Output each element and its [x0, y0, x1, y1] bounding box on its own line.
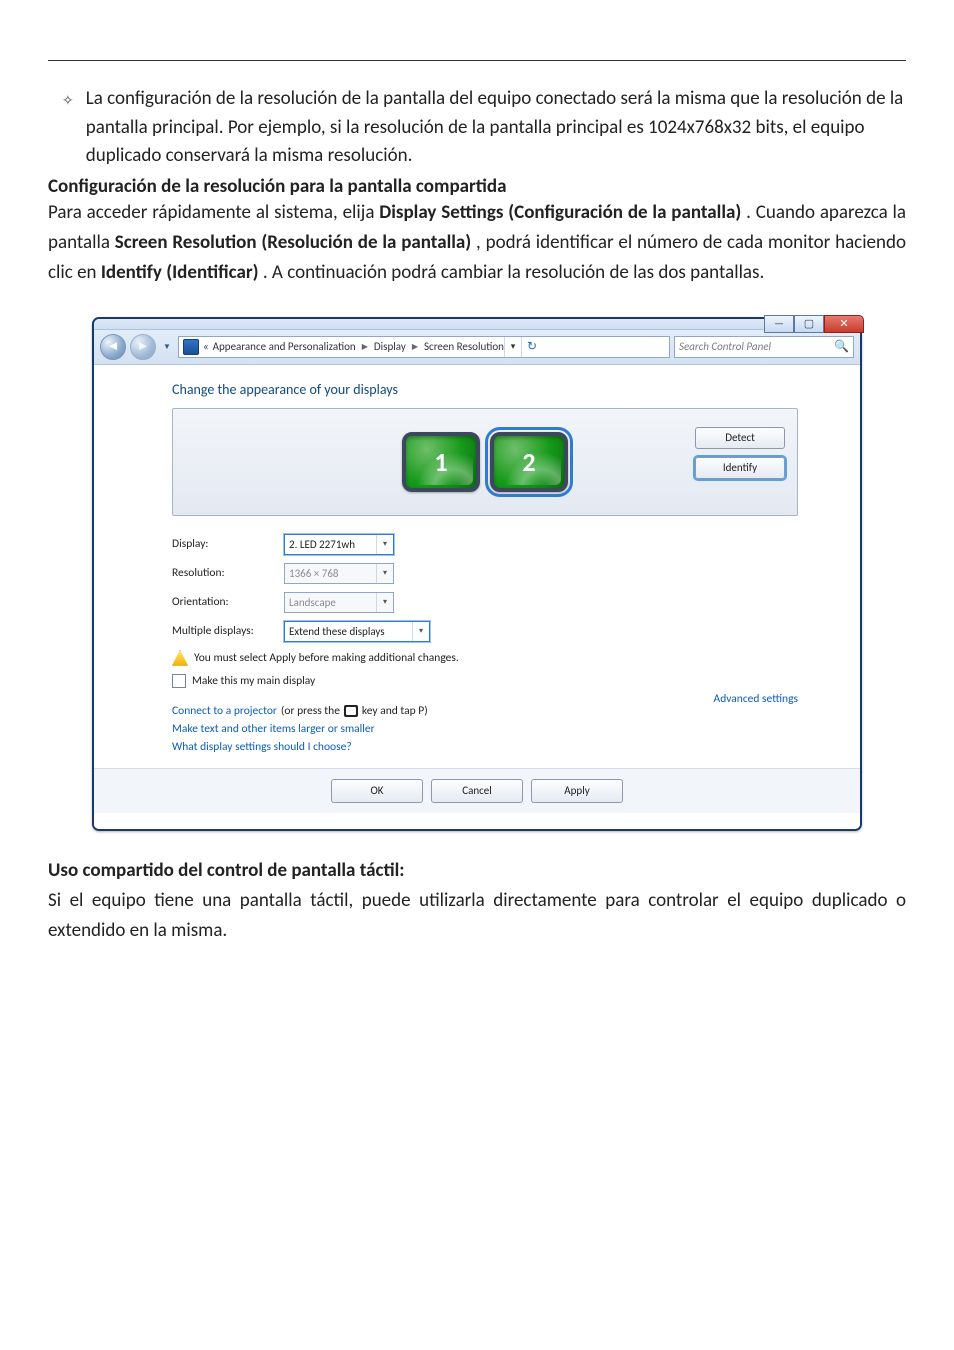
chevron-down-icon: ▾	[376, 564, 393, 583]
nav-forward-button[interactable]: ►	[130, 334, 156, 360]
apply-button[interactable]: Apply	[531, 779, 623, 803]
nav-back-button[interactable]: ◄	[100, 334, 126, 360]
window-content: Change the appearance of your displays 1…	[94, 365, 860, 829]
para-text: Para acceder rápidamente al sistema, eli…	[48, 201, 379, 224]
monitor-number: 1	[434, 446, 447, 478]
monitor-1[interactable]: 1	[402, 432, 480, 492]
ok-button[interactable]: OK	[331, 779, 423, 803]
breadcrumb-sep-icon: ▶	[362, 342, 368, 352]
minimize-button[interactable]: —	[764, 315, 794, 333]
breadcrumb-sep-icon: ▶	[412, 342, 418, 352]
resolution-select[interactable]: 1366 × 768 ▾	[284, 563, 394, 584]
make-main-checkbox[interactable]	[172, 674, 186, 688]
refresh-icon[interactable]: ↻	[521, 337, 542, 357]
breadcrumb-seg[interactable]: Display	[374, 340, 406, 353]
section-heading: Uso compartido del control de pantalla t…	[48, 859, 906, 882]
maximize-button[interactable]: ▢	[794, 315, 824, 333]
make-main-row: Make this my main display	[172, 674, 798, 688]
search-icon: 🔍	[834, 339, 849, 354]
section-heading: Configuración de la resolución para la p…	[48, 175, 906, 198]
windows-key-icon	[344, 705, 358, 717]
window-caption-buttons: — ▢ ✕	[764, 315, 864, 333]
chevron-down-icon: ▾	[376, 593, 393, 612]
para-text: . A continuación podrá cambiar la resolu…	[263, 261, 764, 284]
detect-button[interactable]: Detect	[695, 427, 785, 449]
display-label: Display:	[172, 537, 284, 551]
display-value: 2. LED 2271wh	[289, 538, 355, 551]
link-text: (or press the	[281, 704, 340, 718]
projector-link[interactable]: Connect to a projector (or press the key…	[172, 704, 798, 718]
term-screen-resolution: Screen Resolution (Resolución de la pant…	[115, 231, 471, 254]
multiple-displays-select[interactable]: Extend these displays ▾	[284, 621, 430, 642]
orientation-select[interactable]: Landscape ▾	[284, 592, 394, 613]
screen-resolution-window: — ▢ ✕ ◄ ► ▼ « Appearance and Personaliza…	[92, 317, 862, 831]
control-panel-icon	[183, 339, 199, 355]
text-size-link[interactable]: Make text and other items larger or smal…	[172, 722, 798, 736]
breadcrumb-seg[interactable]: Screen Resolution	[424, 340, 504, 353]
warning-text: You must select Apply before making addi…	[194, 651, 459, 665]
resolution-row: Resolution: 1366 × 768 ▾	[172, 563, 798, 584]
display-select[interactable]: 2. LED 2271wh ▾	[284, 534, 394, 555]
display-arrangement-box[interactable]: 1 2 Detect Identify	[172, 408, 798, 516]
address-bar: ◄ ► ▼ « Appearance and Personalization ▶…	[94, 330, 860, 365]
monitor-2[interactable]: 2	[490, 432, 568, 492]
breadcrumb-prefix: «	[203, 340, 209, 353]
orientation-label: Orientation:	[172, 595, 284, 609]
link-text: What display settings should I choose?	[172, 740, 352, 754]
title-bar	[94, 319, 860, 330]
content-heading: Change the appearance of your displays	[172, 381, 798, 398]
multiple-displays-label: Multiple displays:	[172, 624, 284, 638]
identify-button[interactable]: Identify	[695, 457, 785, 479]
make-main-label: Make this my main display	[192, 674, 315, 688]
warning-icon	[172, 650, 188, 666]
link-text: key and tap P)	[362, 704, 428, 718]
breadcrumb-bar[interactable]: « Appearance and Personalization ▶ Displ…	[178, 336, 670, 358]
close-button[interactable]: ✕	[824, 315, 864, 333]
resolution-label: Resolution:	[172, 566, 284, 580]
monitor-number: 2	[522, 446, 535, 478]
link-text: Make text and other items larger or smal…	[172, 722, 375, 736]
breadcrumb-seg[interactable]: Appearance and Personalization	[213, 340, 356, 353]
intro-paragraph: Para acceder rápidamente al sistema, eli…	[48, 198, 906, 289]
nav-history-dropdown[interactable]: ▼	[160, 335, 174, 359]
chevron-down-icon: ▾	[412, 622, 429, 641]
which-settings-link[interactable]: What display settings should I choose?	[172, 740, 798, 754]
apply-warning: You must select Apply before making addi…	[172, 650, 798, 666]
display-row: Display: 2. LED 2271wh ▾	[172, 534, 798, 555]
orientation-value: Landscape	[289, 596, 336, 609]
breadcrumb-dropdown[interactable]: ▾	[504, 337, 521, 357]
bullet-item: ✧ La configuración de la resolución de l…	[62, 85, 906, 171]
chevron-down-icon: ▾	[376, 535, 393, 554]
cancel-button[interactable]: Cancel	[431, 779, 523, 803]
advanced-settings-link[interactable]: Advanced settings	[714, 692, 798, 706]
orientation-row: Orientation: Landscape ▾	[172, 592, 798, 613]
search-placeholder: Search Control Panel	[679, 340, 771, 353]
multiple-displays-row: Multiple displays: Extend these displays…	[172, 621, 798, 642]
term-display-settings: Display Settings (Configuración de la pa…	[379, 201, 741, 224]
link-text: Connect to a projector	[172, 704, 277, 718]
touch-paragraph: Si el equipo tiene una pantalla táctil, …	[48, 886, 906, 947]
term-identify: Identify (Identificar)	[101, 261, 259, 284]
resolution-value: 1366 × 768	[289, 567, 338, 580]
button-bar: OK Cancel Apply	[94, 768, 860, 813]
multiple-displays-value: Extend these displays	[289, 625, 385, 638]
bullet-text: La configuración de la resolución de la …	[86, 85, 906, 171]
diamond-bullet-icon: ✧	[62, 90, 74, 171]
page-top-rule	[48, 60, 906, 61]
search-input[interactable]: Search Control Panel 🔍	[674, 336, 854, 358]
